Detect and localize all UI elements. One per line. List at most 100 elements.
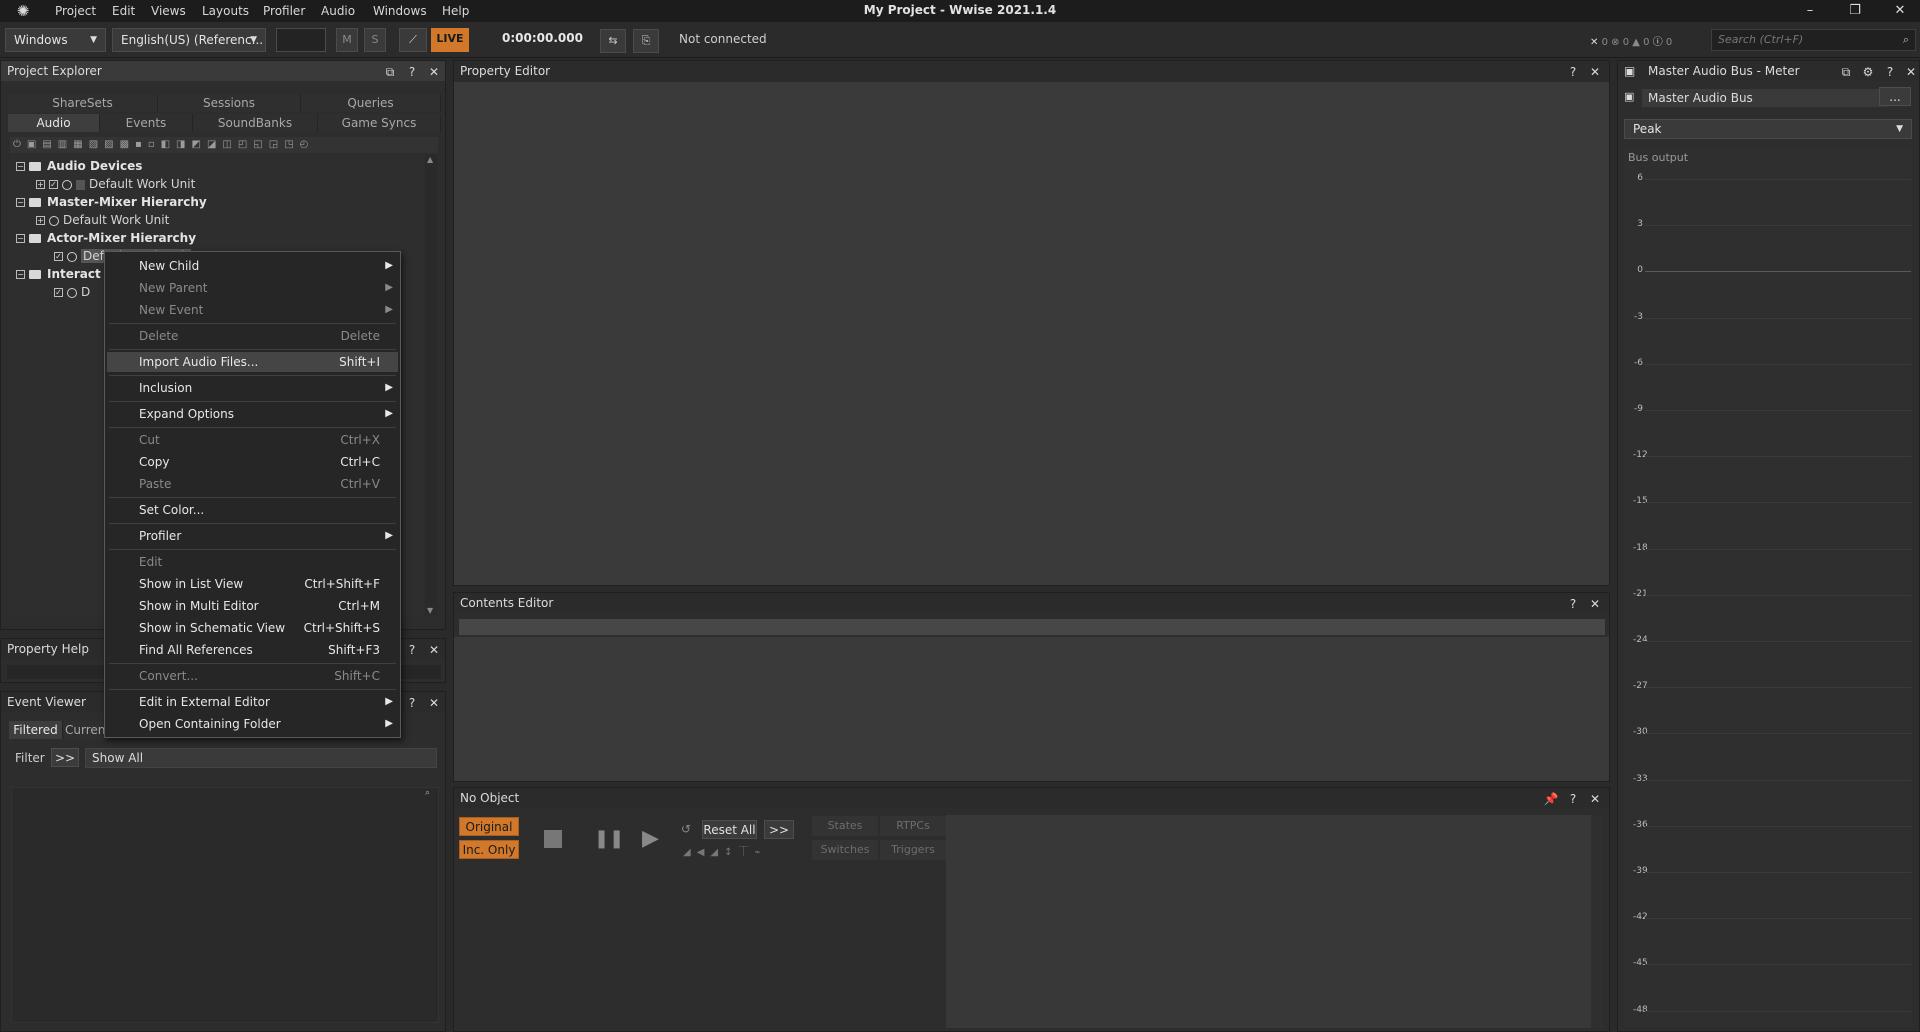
menu-new-event[interactable]: New Event ▶ — [107, 300, 398, 320]
tab-queries[interactable]: Queries — [301, 94, 441, 112]
tab-switches[interactable]: Switches — [812, 840, 878, 860]
close-icon[interactable]: ✕ — [1587, 62, 1603, 82]
close-icon[interactable]: ✕ — [426, 640, 442, 660]
transport-more-button[interactable]: >> — [764, 820, 794, 839]
bus-selector[interactable]: Master Audio Bus — [1642, 89, 1888, 107]
expand-icon[interactable]: + — [36, 216, 45, 225]
tree-row-default-work-unit[interactable]: + ✓ Default Work Unit — [36, 175, 195, 193]
tab-sharesets[interactable]: ShareSets — [8, 94, 158, 112]
float-icon[interactable]: ⧉ — [1838, 62, 1854, 82]
search-icon[interactable]: ⌕ — [425, 788, 430, 798]
checkbox-icon[interactable]: ✓ — [54, 288, 63, 297]
close-icon[interactable]: ✕ — [426, 62, 442, 82]
help-icon[interactable]: ? — [1565, 789, 1581, 809]
meter-mode-dropdown[interactable]: Peak ▼ — [1624, 119, 1912, 139]
menu-project[interactable]: Project — [55, 3, 96, 19]
menu-copy[interactable]: Copy Ctrl+C — [107, 452, 398, 472]
tree-row-interactive[interactable]: − Interact — [16, 265, 101, 283]
pause-icon[interactable]: ❚❚ — [594, 830, 624, 848]
menu-convert[interactable]: Convert... Shift+C — [107, 666, 398, 686]
tab-triggers[interactable]: Triggers — [880, 840, 946, 860]
float-icon[interactable]: ⧉ — [382, 62, 398, 82]
scroll-down-icon[interactable]: ▼ — [427, 606, 433, 615]
menu-show-in-multi-editor[interactable]: Show in Multi Editor Ctrl+M — [107, 596, 398, 616]
live-button[interactable]: LIVE — [431, 28, 469, 52]
tab-rtpcs[interactable]: RTPCs — [880, 816, 946, 836]
menu-show-in-list-view[interactable]: Show in List View Ctrl+Shift+F — [107, 574, 398, 594]
capture-graph-icon[interactable]: ⟋ — [399, 28, 427, 52]
tree-row-actor-mixer[interactable]: − Actor-Mixer Hierarchy — [16, 229, 196, 247]
menu-find-all-references[interactable]: Find All References Shift+F3 — [107, 640, 398, 660]
minimize-icon[interactable]: – — [1796, 1, 1824, 21]
close-icon[interactable]: ✕ — [426, 693, 442, 713]
reset-all-button[interactable]: Reset All — [702, 820, 757, 839]
tab-game-syncs[interactable]: Game Syncs — [318, 114, 441, 132]
history-icon[interactable]: ↺ — [681, 822, 691, 836]
scroll-up-icon[interactable]: ▲ — [427, 155, 433, 164]
expand-icon[interactable]: + — [36, 180, 45, 189]
tree-scrollbar[interactable]: ▲ ▼ — [425, 155, 437, 615]
collapse-icon[interactable]: − — [16, 198, 25, 207]
gear-icon[interactable]: ⚙ — [1860, 62, 1876, 82]
explorer-toolbar[interactable]: ⏻▣▤▥▦▧▨▩▪▫◧◨◩◪◫◰◱◲◳◴ — [10, 137, 438, 153]
platform-dropdown[interactable]: Windows ▼ — [5, 28, 106, 52]
menu-show-in-schematic-view[interactable]: Show in Schematic View Ctrl+Shift+S — [107, 618, 398, 638]
collapse-icon[interactable]: − — [16, 270, 25, 279]
tab-soundbanks[interactable]: SoundBanks — [193, 114, 318, 132]
tree-row-audio-devices[interactable]: − Audio Devices — [16, 157, 142, 175]
connect-icon[interactable]: ⇆ — [600, 29, 626, 53]
tab-states[interactable]: States — [812, 816, 878, 836]
transport-scrollbar[interactable] — [1591, 815, 1603, 1028]
tab-current[interactable]: Curren — [65, 721, 105, 739]
remote-icon[interactable]: ⎘ — [633, 29, 659, 53]
menu-windows[interactable]: Windows — [373, 3, 427, 19]
stop-icon[interactable] — [544, 830, 562, 848]
menu-help[interactable]: Help — [442, 3, 469, 19]
tab-events[interactable]: Events — [100, 114, 193, 132]
menu-expand-options[interactable]: Expand Options ▶ — [107, 404, 398, 424]
mute-button[interactable]: M — [336, 28, 358, 52]
menu-edit[interactable]: Edit — [107, 552, 398, 572]
checkbox-icon[interactable]: ✓ — [49, 180, 58, 189]
menu-set-color[interactable]: Set Color... — [107, 500, 398, 520]
menu-import-audio-files[interactable]: Import Audio Files... Shift+I — [107, 352, 398, 372]
help-icon[interactable]: ? — [1565, 594, 1581, 614]
collapse-icon[interactable]: − — [16, 234, 25, 243]
menu-views[interactable]: Views — [151, 3, 186, 19]
close-icon[interactable]: ✕ — [1587, 594, 1603, 614]
filter-expand-button[interactable]: >> — [51, 748, 79, 767]
log-counters[interactable]: ✕ 0 ⊗ 0 ▲ 0 ⓘ 0 — [1590, 33, 1672, 48]
play-icon[interactable]: ▶ — [642, 826, 659, 851]
menu-cut[interactable]: Cut Ctrl+X — [107, 430, 398, 450]
language-dropdown[interactable]: English(US) (Referenc... ▼ — [112, 28, 266, 52]
menu-profiler[interactable]: Profiler ▶ — [107, 526, 398, 546]
close-window-icon[interactable]: ✕ — [1886, 1, 1914, 21]
menu-new-child[interactable]: New Child ▶ — [107, 256, 398, 276]
menu-edit[interactable]: Edit — [112, 3, 135, 19]
search-input[interactable]: Search (Ctrl+F) ⌕ — [1711, 29, 1916, 51]
tree-row-default-work-unit[interactable]: + Default Work Unit — [36, 211, 169, 229]
bus-browse-button[interactable]: ... — [1879, 87, 1911, 106]
menu-new-parent[interactable]: New Parent ▶ — [107, 278, 398, 298]
help-icon[interactable]: ? — [1565, 62, 1581, 82]
tab-filtered[interactable]: Filtered — [9, 721, 63, 739]
menu-paste[interactable]: Paste Ctrl+V — [107, 474, 398, 494]
close-icon[interactable]: ✕ — [1903, 62, 1919, 82]
solo-button[interactable]: S — [364, 28, 386, 52]
menu-delete[interactable]: Delete Delete — [107, 326, 398, 346]
pin-icon[interactable]: 📌 — [1543, 789, 1559, 809]
menu-inclusion[interactable]: Inclusion ▶ — [107, 378, 398, 398]
checkbox-icon[interactable]: ✓ — [54, 252, 63, 261]
menu-edit-in-external-editor[interactable]: Edit in External Editor ▶ — [107, 692, 398, 712]
restore-icon[interactable]: ❐ — [1841, 1, 1869, 21]
tab-audio[interactable]: Audio — [8, 114, 100, 132]
close-icon[interactable]: ✕ — [1587, 789, 1603, 809]
transport-tool-icons[interactable]: ◢◀◢↕⏉⌁ — [683, 843, 766, 858]
volume-field[interactable] — [276, 28, 326, 52]
menu-audio[interactable]: Audio — [321, 3, 355, 19]
inc-only-button[interactable]: Inc. Only — [459, 840, 519, 859]
help-icon[interactable]: ? — [404, 693, 420, 713]
collapse-icon[interactable]: − — [16, 162, 25, 171]
menu-profiler[interactable]: Profiler — [263, 3, 305, 19]
help-icon[interactable]: ? — [1882, 62, 1898, 82]
